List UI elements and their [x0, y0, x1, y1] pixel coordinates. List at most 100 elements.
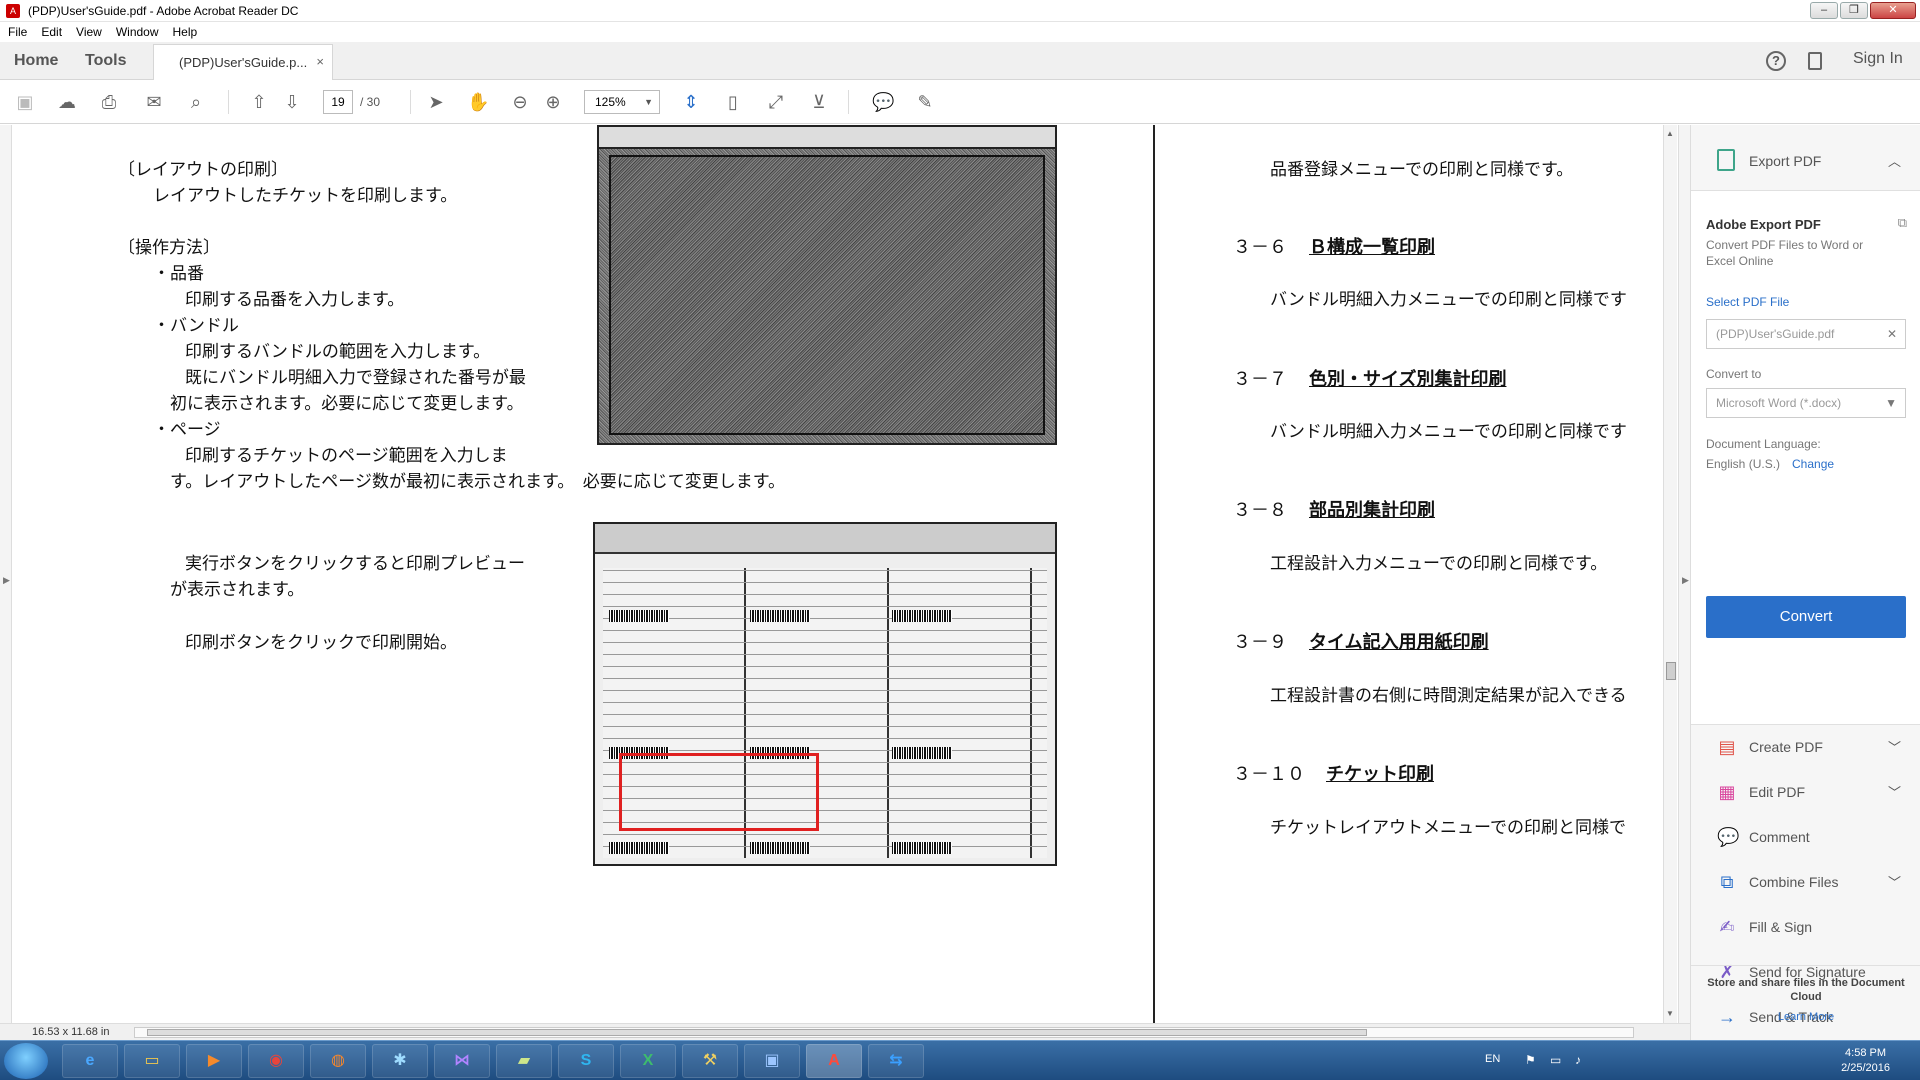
sign-in-link[interactable]: Sign In — [1853, 50, 1903, 68]
select-cursor-icon[interactable]: ➤ — [425, 91, 447, 113]
menu-window[interactable]: Window — [116, 25, 159, 39]
window-controls: – ❐ ✕ — [1810, 2, 1916, 19]
tab-document[interactable]: (PDP)User'sGuide.p... × — [153, 44, 333, 80]
next-page-icon[interactable]: ⇩ — [281, 91, 303, 113]
tool-combine-files[interactable]: ⧉ Combine Files ﹀ — [1691, 860, 1920, 905]
comment-icon[interactable]: 💬 — [872, 91, 894, 113]
barcode-image — [892, 842, 952, 854]
status-bar: 16.53 x 11.68 in — [0, 1023, 1690, 1040]
scrollbar-thumb[interactable] — [1666, 662, 1676, 680]
scanned-screenshot-preview — [597, 125, 1057, 445]
cloud-promo-text: Store and share files in the Document Cl… — [1707, 977, 1905, 1003]
remote-desktop-icon[interactable]: ▣ — [744, 1044, 800, 1078]
chrome-icon[interactable]: ◉ — [248, 1044, 304, 1078]
menu-file[interactable]: File — [8, 25, 27, 39]
teamviewer-icon[interactable]: ⇆ — [868, 1044, 924, 1078]
chevron-down-icon[interactable]: ﹀ — [1888, 737, 1901, 756]
zoom-out-icon[interactable]: ⊖ — [509, 91, 531, 113]
file-explorer-icon[interactable]: ▭ — [124, 1044, 180, 1078]
tab-close-icon[interactable]: × — [316, 54, 324, 69]
help-icon[interactable]: ? — [1766, 51, 1786, 71]
firefox-icon[interactable]: ◍ — [310, 1044, 366, 1078]
item-hinban-title: ・品番 — [153, 264, 204, 284]
tray-network-icon[interactable]: ▭ — [1550, 1053, 1561, 1067]
close-button[interactable]: ✕ — [1870, 2, 1916, 19]
acrobat-reader-icon[interactable]: A — [806, 1044, 862, 1078]
tab-tools[interactable]: Tools — [85, 52, 126, 70]
section-3-10-desc: チケットレイアウトメニューでの印刷と同様で — [1270, 818, 1626, 838]
email-icon[interactable]: ✉ — [143, 91, 165, 113]
scroll-down-icon[interactable]: ▼ — [1666, 1009, 1674, 1018]
layout-print-heading: 〔レイアウトの印刷〕 — [118, 160, 288, 180]
previous-page-icon[interactable]: ⇧ — [248, 91, 270, 113]
tab-document-label: (PDP)User'sGuide.p... — [179, 55, 308, 70]
save-icon[interactable]: ▣ — [14, 91, 36, 113]
tool-create-pdf[interactable]: ▤ Create PDF ﹀ — [1691, 725, 1920, 770]
print-icon[interactable]: ⎙ — [98, 91, 120, 113]
chevron-down-icon[interactable]: ﹀ — [1888, 782, 1901, 801]
mobile-link-icon[interactable] — [1808, 52, 1822, 70]
red-highlight-box — [619, 753, 819, 831]
vertical-scrollbar[interactable]: ▲ ▼ — [1663, 125, 1677, 1023]
exec-desc-2: が表示されます。 — [170, 580, 305, 600]
change-language-link[interactable]: Change — [1792, 457, 1834, 471]
horizontal-scrollbar[interactable] — [134, 1027, 1634, 1038]
section-3-6-desc: バンドル明細入力メニューでの印刷と同様です — [1270, 290, 1627, 310]
minimize-button[interactable]: – — [1810, 2, 1838, 19]
clear-file-icon[interactable]: ✕ — [1887, 320, 1897, 348]
scroll-up-icon[interactable]: ▲ — [1666, 129, 1674, 138]
convert-to-value: Microsoft Word (*.docx) — [1716, 396, 1842, 410]
menu-edit[interactable]: Edit — [41, 25, 62, 39]
convert-button[interactable]: Convert — [1706, 596, 1906, 638]
window-title-bar: A (PDP)User'sGuide.pdf - Adobe Acrobat R… — [0, 0, 1920, 22]
read-mode-icon[interactable]: ⊻ — [808, 91, 830, 113]
right-pane-toggle[interactable]: ▶ — [1678, 125, 1690, 1023]
export-pdf-panel: Adobe Export PDF ⧉ Convert PDF Files to … — [1691, 190, 1920, 725]
horizontal-scrollbar-thumb[interactable] — [147, 1029, 1367, 1036]
full-screen-icon[interactable]: ⤢ — [765, 91, 787, 113]
notes-app-icon[interactable]: ▰ — [496, 1044, 552, 1078]
excel-icon[interactable]: X — [620, 1044, 676, 1078]
document-view[interactable]: ▶ 〔レイアウトの印刷〕 レイアウトしたチケットを印刷します。 〔操作方法〕 ・… — [0, 125, 1690, 1023]
toolbar-divider — [228, 90, 229, 114]
zoom-value: 125% — [595, 95, 626, 109]
convert-to-select[interactable]: Microsoft Word (*.docx) ▼ — [1706, 388, 1906, 418]
upload-cloud-icon[interactable]: ☁ — [56, 91, 78, 113]
fill-sign-pen-icon: ✍ — [1719, 917, 1735, 937]
left-panel-toggle[interactable]: ▶ — [0, 125, 12, 1023]
hand-tool-icon[interactable]: ✋ — [467, 91, 489, 113]
media-player-icon[interactable]: ▶ — [186, 1044, 242, 1078]
tray-flag-icon[interactable]: ⚑ — [1525, 1053, 1536, 1067]
tray-volume-icon[interactable]: ♪ — [1575, 1053, 1581, 1067]
zoom-select[interactable]: 125% ▼ — [584, 90, 660, 114]
visual-studio-icon[interactable]: ⋈ — [434, 1044, 490, 1078]
chevron-down-icon[interactable]: ﹀ — [1888, 872, 1901, 891]
scroll-mode-icon[interactable]: ⇕ — [680, 91, 702, 113]
copy-icon[interactable]: ⧉ — [1898, 215, 1907, 231]
system-tools-icon[interactable]: ⚒ — [682, 1044, 738, 1078]
search-icon[interactable]: ⌕ — [185, 91, 207, 113]
zoom-in-icon[interactable]: ⊕ — [542, 91, 564, 113]
export-pdf-header[interactable]: Export PDF ︿ — [1691, 125, 1920, 190]
maximize-button[interactable]: ❐ — [1840, 2, 1868, 19]
learn-more-link[interactable]: Learn More — [1691, 1011, 1920, 1023]
menu-view[interactable]: View — [76, 25, 102, 39]
skype-icon[interactable]: S — [558, 1044, 614, 1078]
start-button-icon[interactable] — [4, 1043, 48, 1079]
tool-fill-sign[interactable]: ✍ Fill & Sign — [1691, 905, 1920, 950]
input-language[interactable]: EN — [1485, 1053, 1500, 1065]
fit-page-icon[interactable]: ▯ — [722, 91, 744, 113]
page-number-input[interactable]: 19 — [323, 90, 353, 114]
selected-file-field[interactable]: (PDP)User'sGuide.pdf ✕ — [1706, 319, 1906, 349]
network-tool-icon[interactable]: ✱ — [372, 1044, 428, 1078]
internet-explorer-icon[interactable]: e — [62, 1044, 118, 1078]
pen-icon[interactable]: ✎ — [914, 91, 936, 113]
system-clock[interactable]: 4:58 PM 2/25/2016 — [1841, 1046, 1890, 1076]
menu-help[interactable]: Help — [173, 25, 198, 39]
select-pdf-file-link[interactable]: Select PDF File — [1706, 295, 1789, 309]
tab-home[interactable]: Home — [14, 52, 58, 70]
tool-comment[interactable]: 💬 Comment — [1691, 815, 1920, 860]
tools-pane: Export PDF ︿ Adobe Export PDF ⧉ Convert … — [1690, 125, 1920, 1040]
tool-edit-pdf[interactable]: ▦ Edit PDF ﹀ — [1691, 770, 1920, 815]
comment-bubble-icon: 💬 — [1717, 827, 1740, 847]
